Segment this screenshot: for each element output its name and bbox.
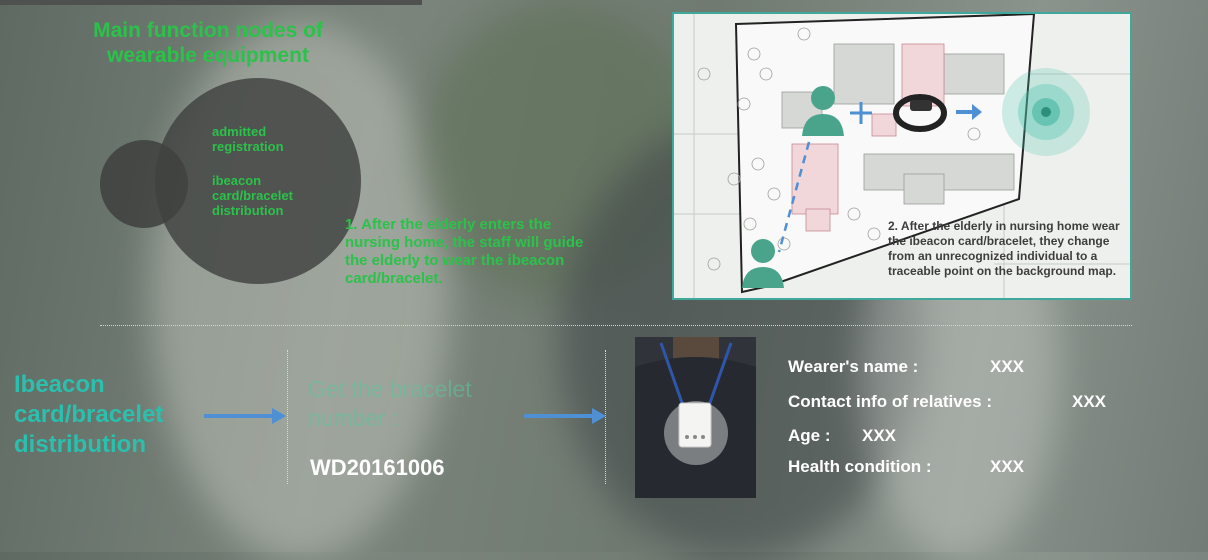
bracelet-number-label: Get the bracelet number : [308, 376, 472, 431]
arrow-right-icon-2 [524, 408, 606, 424]
node-admitted-registration: admitted registration [212, 124, 284, 154]
age-label: Age : [788, 426, 831, 445]
contact-info-value: XXX [1072, 392, 1107, 411]
traceable-point-icon [1002, 68, 1090, 156]
contact-info-label: Contact info of relatives : [788, 392, 993, 411]
arrow-right-icon [204, 408, 286, 424]
top-bar [0, 0, 422, 5]
health-condition-value: XXX [990, 457, 1025, 476]
distribution-label: Ibeacon card/bracelet distribution [14, 371, 164, 458]
wearer-photo [635, 337, 756, 498]
horizontal-divider [100, 325, 1132, 326]
step1-description: 1. After the elderly enters the nursing … [345, 216, 584, 287]
health-condition-label: Health condition : [788, 457, 932, 476]
age-value: XXX [862, 426, 897, 445]
step2-description: 2. After the elderly in nursing home wea… [888, 219, 1120, 278]
bracelet-number-value: WD20161006 [310, 455, 445, 480]
node-bracelet-distribution: ibeacon card/bracelet distribution [212, 173, 293, 218]
page-title: Main function nodes of wearable equipmen… [93, 19, 323, 67]
wearer-name-label: Wearer's name : [788, 357, 919, 376]
wearer-name-value: XXX [990, 357, 1025, 376]
map-panel: 2. After the elderly in nursing home wea… [672, 12, 1132, 300]
